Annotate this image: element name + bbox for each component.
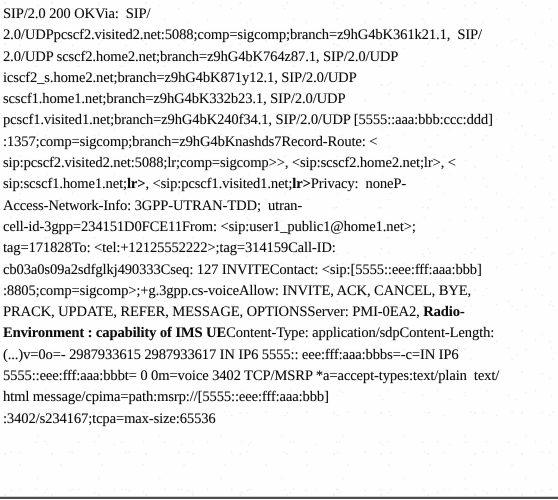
- message-line: :3402/s234167;tcpa=max-size:65536: [3, 410, 216, 427]
- message-line: pcscf1.visited1.net;branch=z9hG4bK240f34…: [3, 112, 493, 129]
- message-line: 2.0/UDP scscf2.home2.net;branch=z9hG4bK7…: [3, 48, 399, 65]
- message-line: SIP/2.0 200 OKVia: SIP/: [3, 6, 151, 22]
- message-text: Content-Type: application/sdpContent-Len…: [226, 325, 495, 342]
- message-line: html message/cpima=path:msrp://[5555::ee…: [3, 389, 329, 406]
- page-bottom-rule: [0, 497, 558, 499]
- message-line: sip:pcscf2.visited2.net:5088;lr;comp=sig…: [3, 155, 456, 172]
- scanned-document-page: SIP/2.0 200 OKVia: SIP/2.0/UDPpcscf2.vis…: [0, 0, 558, 500]
- message-line: :1357;comp=sigcomp;branch=z9hG4bKnashds7…: [3, 133, 378, 150]
- message-text: , <sip:pcscf1.visited1.net;: [145, 176, 293, 193]
- message-line: PRACK, UPDATE, REFER, MESSAGE, OPTIONSSe…: [3, 302, 555, 323]
- message-line: (...)v=0o=- 2987933615 2987933617 IN IP6…: [3, 346, 459, 363]
- message-line: cb03a0s09a2sdfglkj490333Cseq: 127 INVITE…: [3, 261, 482, 278]
- message-line: scscf1.home1.net;branch=z9hG4bK332b23.1,…: [3, 91, 346, 108]
- message-line: sip:scscf1.home1.net;lr>, <sip:pcscf1.vi…: [3, 174, 555, 195]
- message-emphasis: lr>: [292, 176, 311, 193]
- message-line: cell-id-3gpp=234151D0FCE11From: <sip:use…: [3, 218, 416, 235]
- message-line: icscf2_s.home2.net;branch=z9hG4bK871y12.…: [3, 69, 357, 86]
- message-text: sip:scscf1.home1.net;: [3, 176, 127, 193]
- message-line: tag=171828To: <tel:+12125552222>;tag=314…: [3, 240, 336, 257]
- message-emphasis: Environment : capability of IMS UE: [3, 325, 227, 342]
- message-line: Environment : capability of IMS UEConten…: [3, 323, 555, 344]
- sip-message-trace: SIP/2.0 200 OKVia: SIP/2.0/UDPpcscf2.vis…: [3, 4, 555, 430]
- message-line: :8805;comp=sigcomp>;+g.3gpp.cs-voiceAllo…: [3, 282, 472, 299]
- message-text: Privacy: noneP-: [310, 176, 407, 193]
- message-line: Access-Network-Info: 3GPP-UTRAN-TDD; utr…: [3, 197, 303, 214]
- message-emphasis: lr>: [126, 176, 146, 193]
- message-emphasis: Radio-: [423, 304, 465, 321]
- message-line: 2.0/UDPpcscf2.visited2.net:5088;comp=sig…: [3, 27, 482, 44]
- message-text: PRACK, UPDATE, REFER, MESSAGE, OPTIONSSe…: [3, 304, 424, 321]
- message-line: 5555::eee:fff:aaa:bbbt= 0 0m=voice 3402 …: [3, 368, 500, 385]
